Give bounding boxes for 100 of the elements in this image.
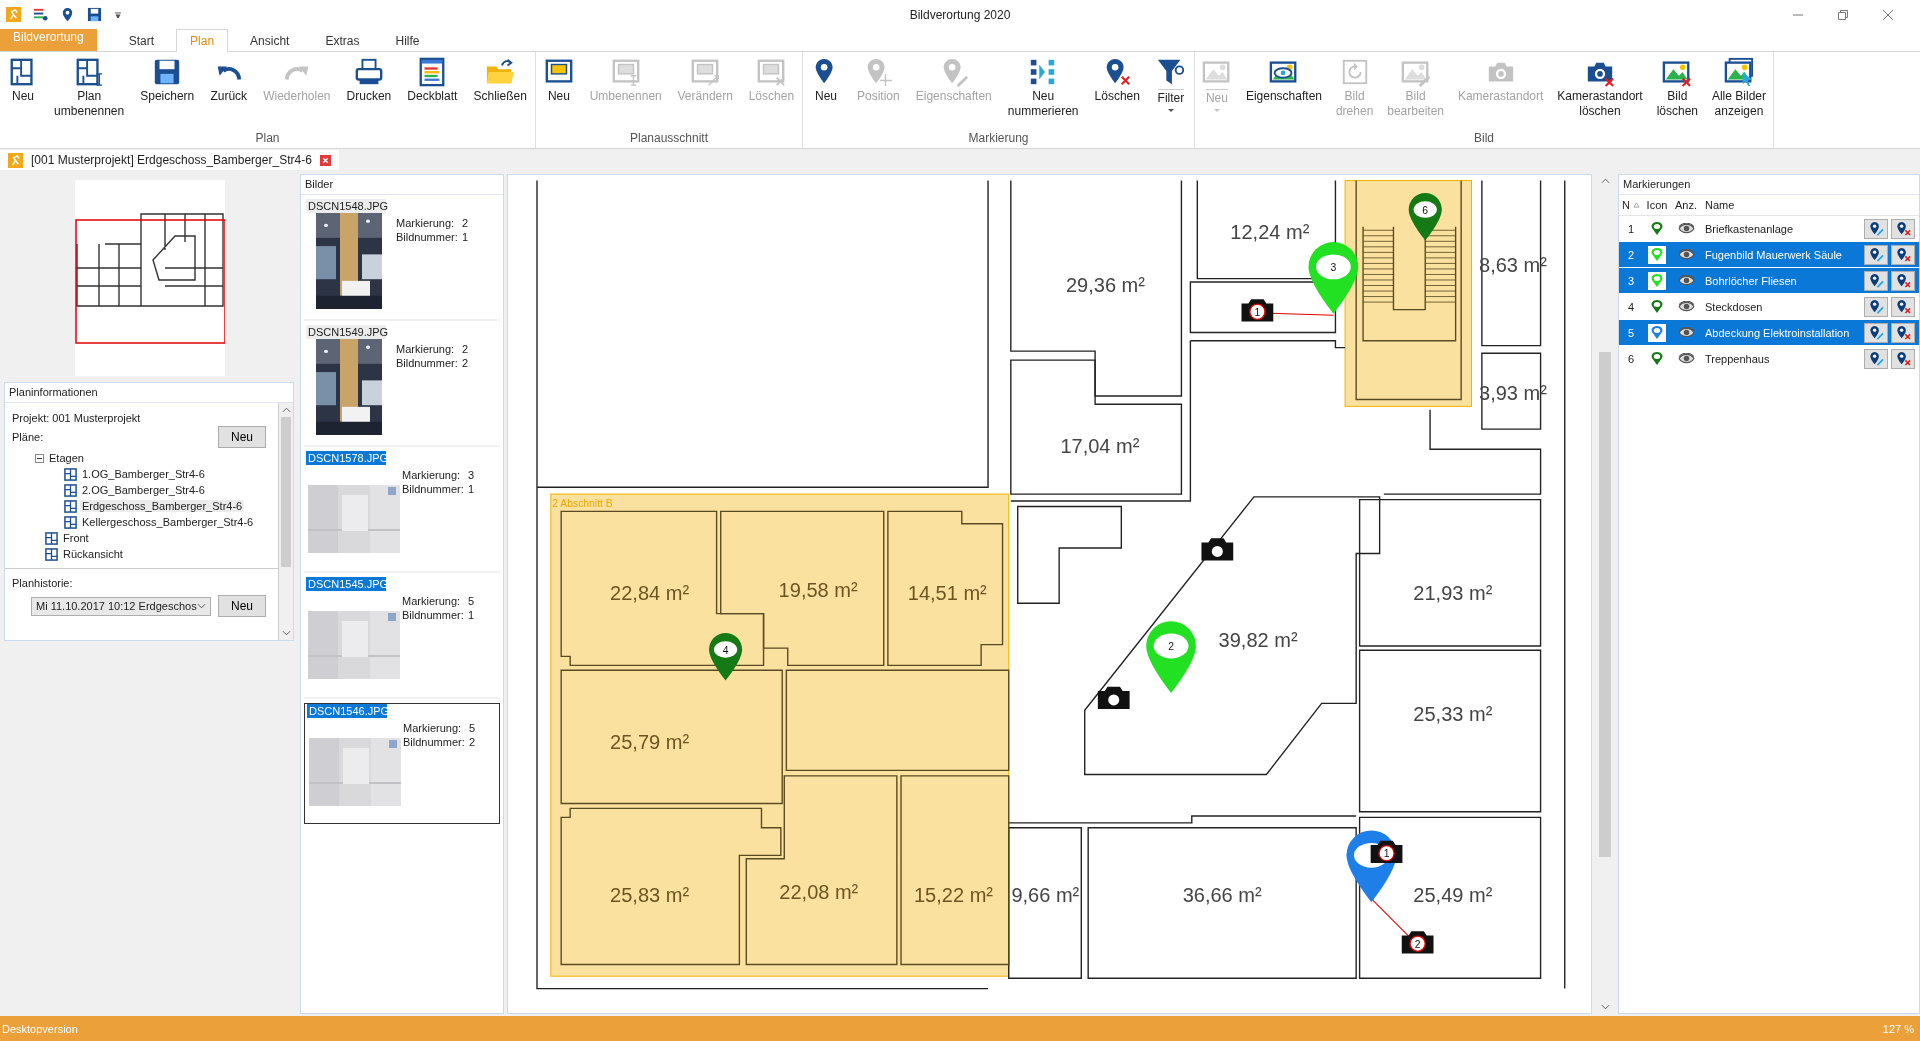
section-label: 2 Abschnitt B (552, 497, 613, 509)
app-logo-icon (8, 152, 23, 168)
ribbon-button[interactable]: Schließen (471, 57, 529, 104)
eye-icon[interactable] (1677, 275, 1695, 286)
map-pin-icon (1868, 351, 1884, 366)
close-icon[interactable] (319, 154, 331, 166)
ribbon-button[interactable]: Löschen (1092, 57, 1142, 104)
room-area-label: 22,08 m² (779, 880, 859, 903)
marker-row[interactable]: 2 Fugenbild Mauerwerk Säule (1619, 242, 1919, 268)
filter-icon (1155, 57, 1186, 87)
ribbon-button[interactable]: Eigenschaften (1243, 57, 1324, 104)
camera-marker[interactable]: 1 (1241, 299, 1274, 322)
chevron-down-icon[interactable] (1600, 1004, 1610, 1010)
marker-row[interactable]: 3 Bohrlöcher Fliesen (1619, 268, 1919, 294)
image-card[interactable]: DSCN1549.JPG Markierung: 2 Bildnummer: 2 (304, 325, 500, 447)
ribbon-button[interactable]: Zurück (208, 57, 250, 104)
delete-marker-button[interactable] (1891, 244, 1915, 265)
ribbon-tab[interactable]: Hilfe (381, 29, 434, 51)
ribbon-tab[interactable]: Start (114, 29, 169, 51)
map-pin[interactable]: 3 (1308, 242, 1359, 314)
caret-icon[interactable] (114, 10, 122, 19)
map-pin-icon[interactable] (60, 7, 75, 22)
map-pin-icon (1895, 247, 1911, 262)
ribbon-button[interactable]: Bild löschen (1654, 57, 1700, 119)
image-card[interactable]: DSCN1578.JPG Markierung: 3 Bildnummer: 1 (304, 451, 500, 573)
column-header[interactable]: Name (1701, 199, 1919, 211)
new-history-button[interactable]: Neu (218, 595, 266, 617)
marker-row[interactable]: 5 Abdeckung Elektroinstallation (1619, 320, 1919, 346)
map-pin-icon (1868, 325, 1884, 340)
marker-row[interactable]: 6 Treppenhaus (1619, 346, 1919, 372)
camera-marker[interactable] (1201, 538, 1234, 561)
map-pin[interactable]: 4 (709, 632, 743, 681)
image-card[interactable]: DSCN1546.JPG Markierung: 5 Bildnummer: 2 (304, 703, 500, 824)
ribbon-button[interactable]: Drucken (344, 57, 394, 104)
ribbon-button[interactable]: Neu nummerieren (1005, 57, 1081, 119)
collapse-icon[interactable] (35, 453, 44, 463)
edit-marker-button[interactable] (1864, 218, 1888, 239)
eye-icon[interactable] (1677, 223, 1695, 234)
tree-item[interactable]: Front (61, 532, 91, 544)
room-area-label: 17,04 m² (1060, 435, 1140, 458)
delete-marker-button[interactable] (1891, 348, 1915, 369)
list-icon[interactable] (33, 7, 48, 22)
image-card[interactable]: DSCN1548.JPG Markierung: 2 Bildnummer: 1 (304, 199, 500, 321)
ribbon-button[interactable]: Neu (809, 57, 843, 104)
delete-marker-button[interactable] (1891, 270, 1915, 291)
scrollbar[interactable] (279, 403, 293, 640)
new-plan-button[interactable]: Neu (218, 426, 266, 448)
edit-marker-button[interactable] (1864, 270, 1888, 291)
tree-item[interactable]: Kellergeschoss_Bamberger_Str4-6 (80, 516, 256, 528)
column-header[interactable]: N (1622, 199, 1630, 211)
ribbon-button[interactable]: Neu (541, 57, 576, 104)
image-number-label: Bildnummer: (396, 357, 459, 369)
ribbon-button[interactable]: Deckblatt (405, 57, 460, 104)
room-area-label: 12,24 m² (1230, 220, 1310, 243)
ribbon-button[interactable]: Speichern (138, 57, 197, 104)
chevron-down-icon[interactable] (281, 630, 291, 636)
floor-plan-icon (45, 531, 58, 545)
plan-overview-drawing[interactable] (75, 180, 225, 376)
tree-item[interactable]: Erdgeschoss_Bamberger_Str4-6 (80, 500, 245, 512)
edit-marker-button[interactable] (1864, 296, 1888, 317)
edit-marker-button[interactable] (1864, 244, 1888, 265)
camera-marker[interactable]: 2 (1401, 931, 1434, 954)
ribbon-tab[interactable]: Ansicht (236, 29, 304, 51)
history-dropdown[interactable]: Mi 11.10.2017 10:12 Erdgeschos (31, 596, 211, 616)
ribbon-button[interactable]: Neu (6, 57, 41, 104)
image-card[interactable]: DSCN1545.JPG Markierung: 5 Bildnummer: 1 (304, 577, 500, 699)
camera-marker[interactable] (1097, 686, 1130, 709)
delete-marker-button[interactable] (1891, 322, 1915, 343)
floor-plan-icon (45, 547, 58, 561)
restore-icon[interactable] (1837, 8, 1849, 21)
eye-icon[interactable] (1677, 353, 1695, 364)
ribbon-button[interactable]: Alle Bilder anzeigen (1709, 57, 1768, 119)
chevron-up-icon[interactable] (281, 407, 291, 413)
close-icon[interactable] (1882, 8, 1894, 21)
ribbon-button[interactable]: Kamerastandort löschen (1555, 57, 1645, 119)
edit-marker-button[interactable] (1864, 348, 1888, 369)
column-header[interactable]: Icon (1643, 199, 1671, 211)
marker-name: Treppenhaus (1705, 352, 1770, 365)
column-header[interactable]: Anz. (1671, 199, 1701, 211)
plans-label: Pläne: (12, 431, 44, 443)
room-area-label: 25,79 m² (610, 730, 690, 753)
marker-value: 2 (462, 217, 469, 229)
frame-icon (756, 57, 787, 87)
map-pin[interactable]: 2 (1146, 621, 1196, 693)
eye-icon[interactable] (1677, 249, 1695, 260)
map-pin[interactable]: 6 (1408, 193, 1442, 241)
delete-marker-button[interactable] (1891, 296, 1915, 317)
tree-item[interactable]: 2.OG_Bamberger_Str4-6 (80, 484, 207, 496)
chevron-up-icon[interactable] (1600, 178, 1610, 184)
ribbon-button[interactable]: Plan umbenennen (52, 57, 127, 119)
ribbon-tab[interactable]: Extras (311, 29, 374, 51)
ribbon-button[interactable]: Filter (1153, 57, 1188, 113)
eye-icon[interactable] (1677, 301, 1695, 312)
edit-marker-button[interactable] (1864, 322, 1888, 343)
document-tab[interactable]: [001 Musterprojekt] Erdgeschoss_Bamberger_Str4-6 (0, 150, 339, 170)
tree-item[interactable]: Rückansicht (61, 548, 125, 560)
tree-item[interactable]: Etagen (47, 452, 86, 464)
eye-icon[interactable] (1677, 327, 1695, 338)
tree-item[interactable]: 1.OG_Bamberger_Str4-6 (80, 468, 207, 480)
delete-marker-button[interactable] (1891, 218, 1915, 239)
